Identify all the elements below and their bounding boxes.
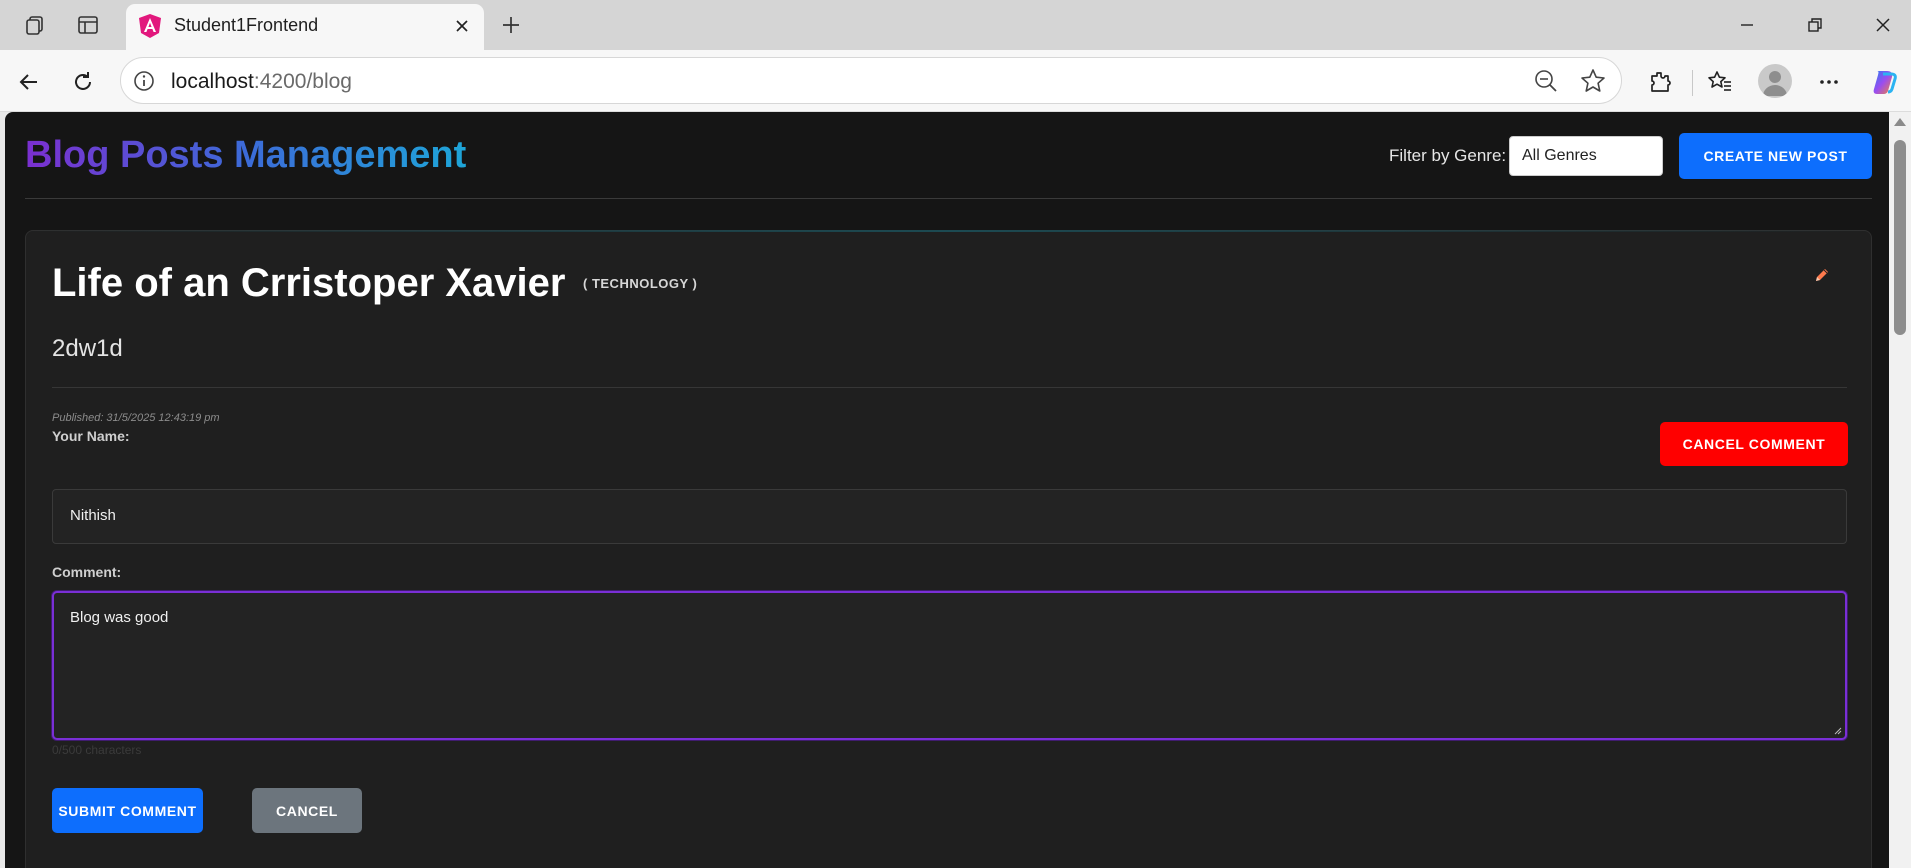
- extensions-icon[interactable]: [1643, 65, 1677, 99]
- favorites-icon[interactable]: [1703, 65, 1737, 99]
- close-tab-icon[interactable]: [450, 14, 474, 38]
- filter-genre-label: Filter by Genre:: [1389, 146, 1507, 165]
- post-content: 2dw1d: [52, 335, 123, 362]
- resize-grip-icon[interactable]: [1832, 725, 1842, 735]
- cancel-button[interactable]: CANCEL: [252, 788, 362, 833]
- tab-title: Student1Frontend: [174, 15, 319, 35]
- browser-toolbar: localhost:4200/blog: [0, 50, 1911, 112]
- url-path: :4200/blog: [253, 70, 352, 93]
- submit-comment-button[interactable]: SUBMIT COMMENT: [52, 788, 203, 833]
- minimize-icon[interactable]: [1732, 10, 1762, 40]
- more-menu-icon[interactable]: [1812, 65, 1846, 99]
- comment-text: Blog was good: [70, 609, 169, 626]
- profile-avatar[interactable]: [1758, 64, 1792, 98]
- post-divider: [52, 387, 1847, 388]
- zoom-out-icon[interactable]: [1533, 68, 1559, 94]
- page-scrollbar[interactable]: [1889, 112, 1911, 868]
- scroll-thumb[interactable]: [1894, 140, 1906, 335]
- comment-label: Comment:: [52, 564, 122, 580]
- site-info-icon[interactable]: [131, 68, 157, 94]
- workspaces-icon[interactable]: [20, 10, 50, 40]
- post-card: Life of an Crristoper Xavier ( TECHNOLOG…: [25, 230, 1872, 868]
- new-tab-icon[interactable]: [496, 10, 526, 40]
- close-window-icon[interactable]: [1868, 10, 1898, 40]
- reload-icon[interactable]: [66, 65, 100, 99]
- browser-tab-active[interactable]: Student1Frontend: [126, 4, 484, 50]
- favorite-star-icon[interactable]: [1579, 67, 1607, 95]
- post-title: Life of an Crristoper Xavier: [52, 261, 566, 305]
- url-text: localhost:4200/blog: [171, 70, 352, 94]
- address-bar[interactable]: localhost:4200/blog: [120, 57, 1622, 104]
- page-title: Blog Posts Management: [25, 134, 467, 176]
- post-genre-badge: ( TECHNOLOGY ): [583, 276, 698, 291]
- published-date: Published: 31/5/2025 12:43:19 pm: [52, 412, 220, 424]
- restore-icon[interactable]: [1800, 10, 1830, 40]
- page-viewport: Blog Posts Management Filter by Genre: A…: [5, 112, 1889, 868]
- tab-actions-icon[interactable]: [73, 10, 103, 40]
- cancel-comment-button[interactable]: CANCEL COMMENT: [1660, 422, 1848, 466]
- character-count-hint: 0/500 characters: [52, 743, 142, 757]
- edit-post-pencil-icon[interactable]: [1810, 263, 1834, 287]
- header-divider: [25, 198, 1872, 199]
- back-icon[interactable]: [12, 65, 46, 99]
- your-name-label: Your Name:: [52, 428, 130, 444]
- genre-filter-select[interactable]: All Genres: [1509, 136, 1663, 176]
- copilot-icon[interactable]: [1867, 65, 1901, 99]
- create-new-post-button[interactable]: CREATE NEW POST: [1679, 133, 1872, 179]
- scroll-up-arrow-icon[interactable]: [1894, 118, 1906, 126]
- comment-textarea[interactable]: Blog was good: [52, 591, 1847, 740]
- url-host: localhost: [171, 70, 254, 93]
- browser-tab-bar: Student1Frontend: [0, 0, 1911, 50]
- name-input[interactable]: Nithish: [52, 489, 1847, 544]
- toolbar-divider: [1692, 70, 1693, 96]
- angular-icon: [136, 12, 164, 40]
